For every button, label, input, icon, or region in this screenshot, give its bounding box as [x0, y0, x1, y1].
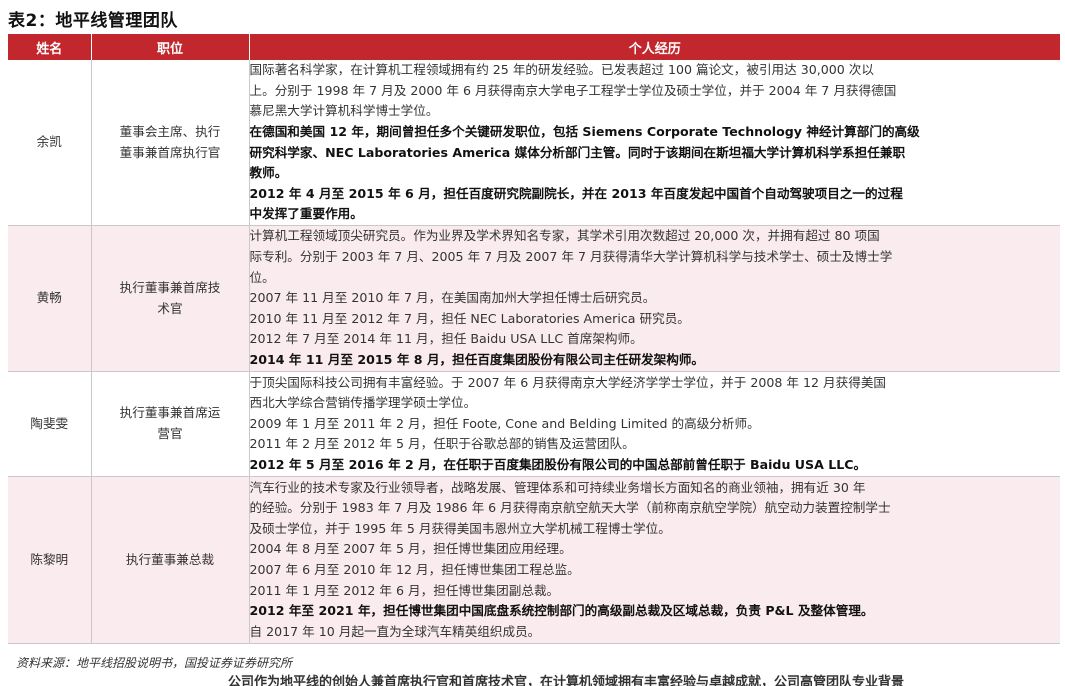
management-team-table: 姓名 职位 个人经历 余凯 董事会主席、执行 董事兼首席执行官 国际著名科学家，在计算…	[8, 34, 1060, 644]
experience-line: 2009 年 1 月至 2011 年 2 月，担任 Foote, Cone an…	[249, 415, 760, 431]
member-experience: 计算机工程领域顶尖研究员。作为业界及学术界知名专家，其学术引用次数超过 20,0…	[249, 225, 1060, 372]
experience-line: 慕尼黑大学计算机科学博士学位。	[249, 103, 439, 119]
experience-line: 2004 年 8 月至 2007 年 5 月，担任博世集团应用经理。	[249, 541, 572, 557]
experience-line-bold: 2012 年 5 月至 2016 年 2 月，在任职于百度集团股份有限公司的中国…	[249, 456, 867, 472]
member-name: 陈黎明	[8, 476, 92, 644]
cut-off-paragraph: 公司作为地平线的创始人兼首席执行官和首席技术官，在计算机领域拥有丰富经验与卓越成…	[228, 675, 905, 686]
experience-line: 国际著名科学家，在计算机工程领域拥有约 25 年的研发经验。已发表超过 100 …	[249, 62, 875, 78]
member-position: 执行董事兼总裁	[91, 476, 250, 644]
table-row: 黄畅 执行董事兼首席技 术官 计算机工程领域顶尖研究员。作为业界及学术界知名专家，其学…	[8, 225, 1060, 372]
member-name: 余凯	[8, 60, 92, 226]
position-line: 董事兼首席执行官	[119, 144, 221, 160]
experience-line: 2010 年 11 月至 2012 年 7 月，担任 NEC Laborator…	[249, 310, 690, 326]
header-name: 姓名	[8, 34, 92, 60]
experience-line: 上。分别于 1998 年 7 月及 2000 年 6 月获得南京大学电子工程学士…	[249, 82, 897, 98]
experience-line-bold: 在德国和美国 12 年，期间曾担任多个关键研发职位，包括 Siemens Cor…	[249, 123, 920, 139]
experience-line: 及硕士学位，并于 1995 年 5 月获得美国韦恩州立大学机械工程博士学位。	[249, 520, 671, 536]
member-experience: 国际著名科学家，在计算机工程领域拥有约 25 年的研发经验。已发表超过 100 …	[249, 60, 1060, 226]
experience-line: 际专利。分别于 2003 年 7 月、2005 年 7 月及 2007 年 7 …	[249, 249, 893, 265]
table-header-row: 姓名 职位 个人经历	[8, 34, 1060, 60]
header-position: 职位	[91, 34, 250, 60]
position-line: 执行董事兼总裁	[125, 551, 215, 567]
experience-line: 2007 年 11 月至 2010 年 7 月，在美国南加州大学担任博士后研究员…	[249, 290, 656, 306]
experience-line: 计算机工程领域顶尖研究员。作为业界及学术界知名专家，其学术引用次数超过 20,0…	[249, 228, 880, 244]
experience-line-bold: 2014 年 11 月至 2015 年 8 月，担任百度集团股份有限公司主任研发…	[249, 351, 705, 367]
experience-line: 2011 年 2 月至 2012 年 5 月，任职于谷歌总部的销售及运营团队。	[249, 436, 635, 452]
experience-line: 于顶尖国际科技公司拥有丰富经验。于 2007 年 6 月获得南京大学经济学学士学…	[249, 374, 887, 390]
member-name: 黄畅	[8, 225, 92, 372]
experience-line: 自 2017 年 10 月起一直为全球汽车精英组织成员。	[249, 623, 541, 639]
member-name: 陶斐雯	[8, 371, 92, 477]
experience-line-bold: 教师。	[249, 165, 288, 181]
position-line: 执行董事兼首席运	[119, 405, 221, 421]
position-line: 营官	[157, 426, 183, 441]
member-position: 执行董事兼首席运 营官	[91, 371, 250, 477]
position-line: 术官	[157, 300, 183, 316]
experience-line-bold: 研究科学家、NEC Laboratories America 媒体分析部门主管。…	[249, 144, 906, 160]
experience-line-bold: 2012 年 4 月至 2015 年 6 月，担任百度研究院副院长，并在 201…	[249, 185, 903, 201]
experience-line: 的经验。分别于 1983 年 7 月及 1986 年 6 月获得南京航空航天大学…	[249, 500, 891, 516]
experience-line-bold: 2012 年至 2021 年，担任博世集团中国底盘系统控制部门的高级副总裁及区域…	[249, 603, 874, 619]
table-row: 陈黎明 执行董事兼总裁 汽车行业的技术专家及行业领导者，战略发展、管理体系和可持续业…	[8, 476, 1060, 644]
source-note: 资料来源：地平线招股说明书，国投证券证券研究所	[16, 656, 293, 670]
experience-line: 2011 年 1 月至 2012 年 6 月，担任博世集团副总裁。	[249, 582, 560, 598]
member-position: 董事会主席、执行 董事兼首席执行官	[91, 60, 250, 226]
table-title: 表2：地平线管理团队	[8, 11, 178, 31]
experience-line: 汽车行业的技术专家及行业领导者，战略发展、管理体系和可持续业务增长方面知名的商业…	[249, 479, 866, 495]
member-experience: 于顶尖国际科技公司拥有丰富经验。于 2007 年 6 月获得南京大学经济学学士学…	[249, 371, 1060, 477]
table-row: 余凯 董事会主席、执行 董事兼首席执行官 国际著名科学家，在计算机工程领域拥有约 25…	[8, 60, 1060, 226]
table-row: 陶斐雯 执行董事兼首席运 营官 于顶尖国际科技公司拥有丰富经验。于 2007 年 6 …	[8, 371, 1060, 477]
experience-line: 位。	[249, 269, 275, 285]
header-experience: 个人经历	[249, 34, 1060, 60]
member-experience: 汽车行业的技术专家及行业领导者，战略发展、管理体系和可持续业务增长方面知名的商业…	[249, 476, 1060, 644]
experience-line-bold: 中发挥了重要作用。	[249, 206, 363, 222]
position-line: 董事会主席、执行	[119, 123, 221, 139]
position-line: 执行董事兼首席技	[119, 279, 221, 295]
experience-line: 西北大学综合营销传播学理学硕士学位。	[249, 395, 477, 411]
experience-line: 2007 年 6 月至 2010 年 12 月，担任博世集团工程总监。	[249, 562, 580, 577]
experience-line: 2012 年 7 月至 2014 年 11 月，担任 Baidu USA LLC…	[249, 331, 643, 347]
member-position: 执行董事兼首席技 术官	[91, 225, 250, 372]
